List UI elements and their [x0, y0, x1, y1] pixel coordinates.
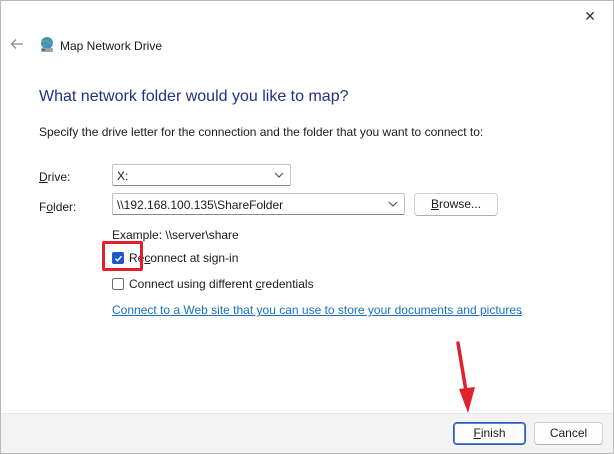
- drive-label: Drive:: [39, 170, 71, 184]
- credentials-label: Connect using different credentials: [129, 277, 314, 291]
- example-text: Example: \\server\share: [112, 228, 239, 242]
- close-icon: ✕: [584, 7, 596, 24]
- page-heading: What network folder would you like to ma…: [39, 88, 349, 105]
- folder-value: \\192.168.100.135\ShareFolder: [117, 198, 284, 212]
- folder-label: Folder:: [39, 200, 77, 214]
- close-button[interactable]: ✕: [567, 1, 613, 31]
- cancel-button[interactable]: Cancel: [534, 422, 603, 445]
- finish-button[interactable]: Finish: [453, 422, 526, 445]
- folder-combobox[interactable]: \\192.168.100.135\ShareFolder: [112, 193, 405, 215]
- back-arrow-icon[interactable]: [9, 36, 25, 52]
- network-drive-icon: [41, 37, 53, 52]
- chevron-down-icon: [274, 172, 284, 178]
- annotation-arrow-icon: [456, 341, 475, 413]
- wizard-header: Map Network Drive: [1, 31, 613, 61]
- link-period: .: [519, 303, 523, 317]
- drive-dropdown[interactable]: X:: [112, 164, 291, 186]
- browse-button[interactable]: Browse...: [414, 193, 498, 216]
- map-network-drive-window: ✕ Map Network Drive What network folder …: [0, 0, 614, 454]
- reconnect-label: Reconnect at sign-in: [129, 251, 239, 265]
- chevron-down-icon: [388, 201, 398, 207]
- window-title: Map Network Drive: [60, 39, 163, 53]
- drive-value: X:: [117, 169, 129, 183]
- annotation-highlight-box: [102, 241, 143, 271]
- instructions-text: Specify the drive letter for the connect…: [39, 125, 484, 139]
- web-storage-link[interactable]: Connect to a Web site that you can use t…: [112, 303, 522, 317]
- credentials-checkbox-row[interactable]: Connect using different credentials: [112, 276, 314, 292]
- credentials-checkbox[interactable]: [112, 278, 124, 290]
- footer-bar: Finish Cancel: [1, 414, 613, 453]
